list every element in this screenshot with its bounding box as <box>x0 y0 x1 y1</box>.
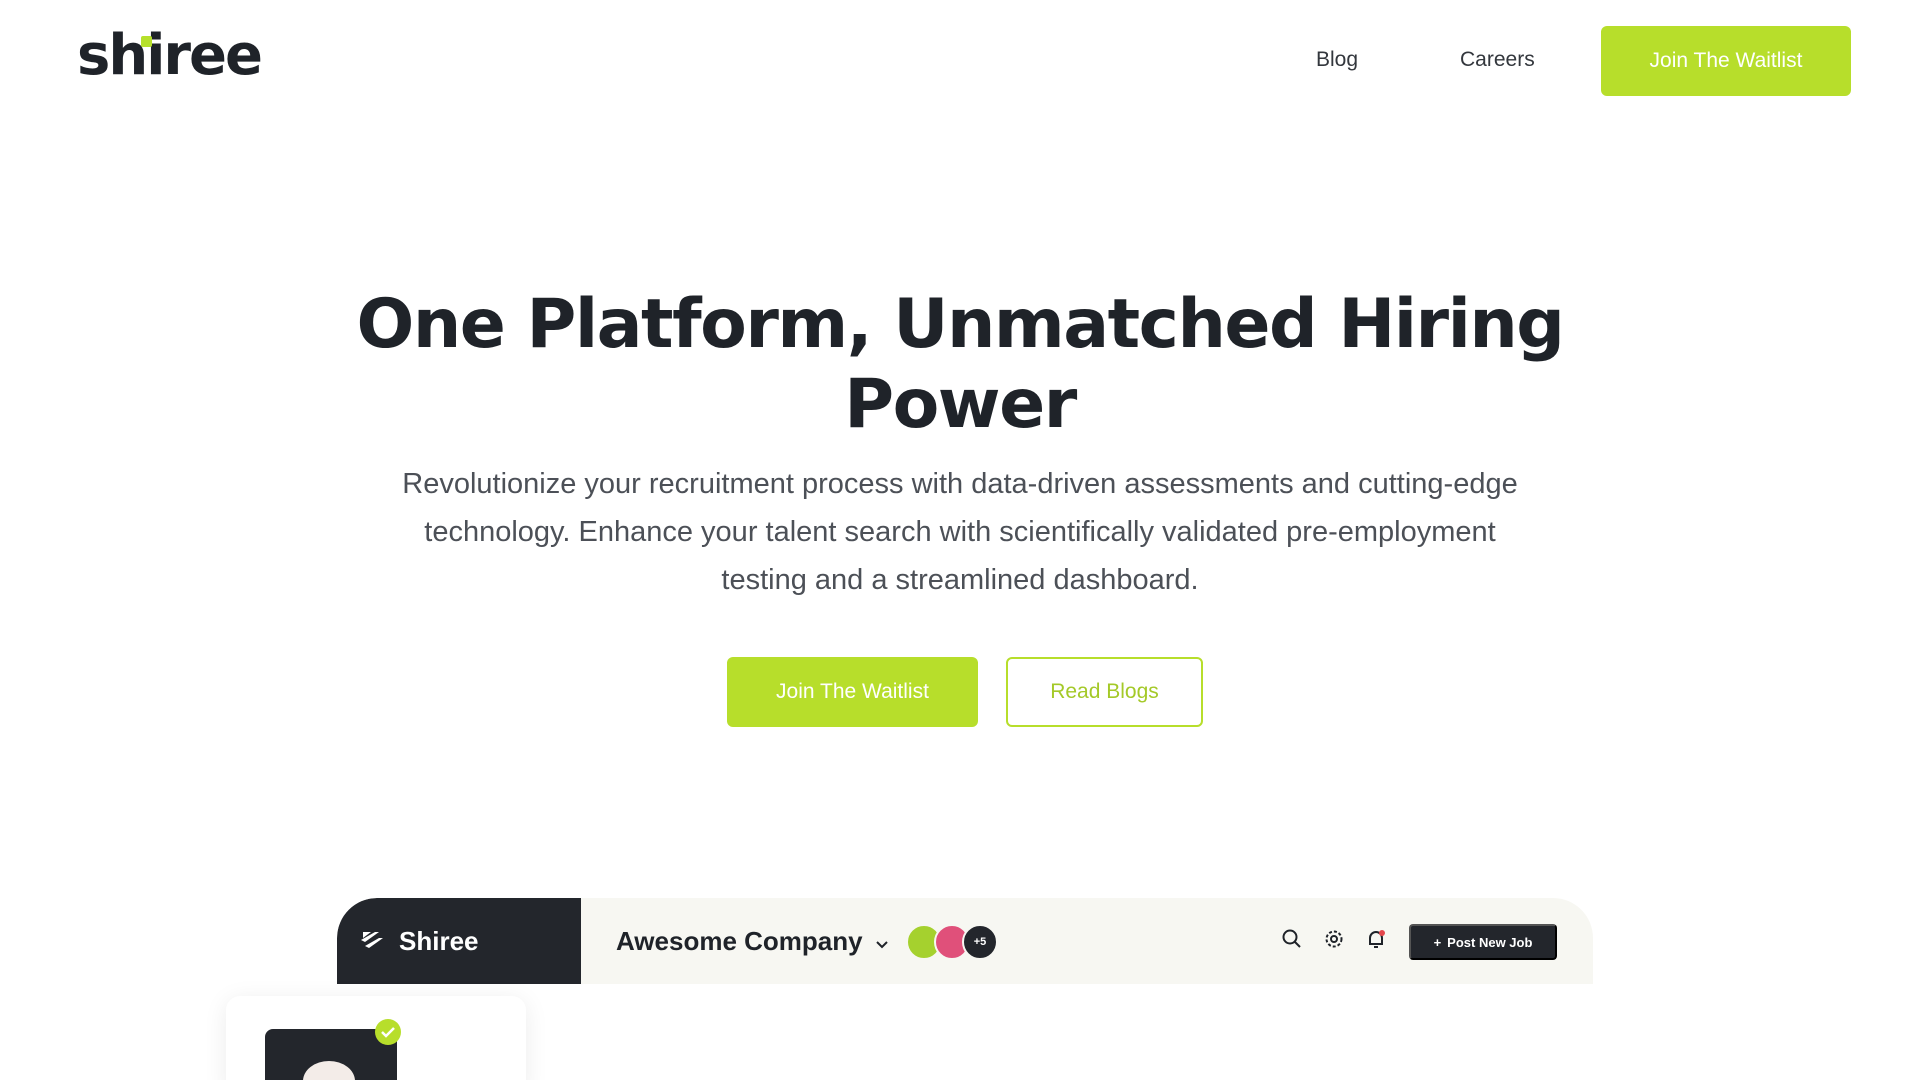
post-new-job-label: Post New Job <box>1447 934 1533 950</box>
post-new-job-button[interactable]: + Post New Job <box>1409 924 1557 960</box>
hero-title: One Platform, Unmatched Hiring Power <box>356 285 1565 444</box>
company-name: Awesome Company <box>616 926 863 956</box>
candidate-avatar-shape <box>303 1061 355 1080</box>
topbar-icons <box>1281 928 1387 950</box>
shiree-logo-icon <box>359 928 385 955</box>
company-selector[interactable]: Awesome Company <box>616 926 889 957</box>
nav-link-blog[interactable]: Blog <box>1316 48 1358 72</box>
hero-join-waitlist-button[interactable]: Join The Waitlist <box>727 657 978 727</box>
logo-text: shiree <box>77 23 263 88</box>
chevron-down-icon <box>875 926 889 957</box>
verified-badge-icon <box>374 1018 402 1046</box>
avatar-more-count: +5 <box>962 924 998 960</box>
team-avatars[interactable]: +5 <box>906 924 998 960</box>
logo[interactable]: shiree <box>77 28 263 84</box>
hero-actions: Join The Waitlist Read Blogs <box>727 657 1203 727</box>
header-join-waitlist-button[interactable]: Join The Waitlist <box>1601 26 1851 96</box>
nav-link-careers[interactable]: Careers <box>1460 48 1535 72</box>
gear-icon[interactable] <box>1323 928 1345 950</box>
plus-icon: + <box>1433 934 1442 950</box>
candidate-card[interactable] <box>226 996 526 1080</box>
read-blogs-button[interactable]: Read Blogs <box>1006 657 1203 727</box>
logo-accent-dot <box>141 36 152 47</box>
bell-icon[interactable] <box>1365 928 1387 950</box>
dashboard-brand: Shiree <box>399 925 479 956</box>
dashboard-topbar: Awesome Company +5 + Post New Job <box>581 898 1593 984</box>
hero-subtitle: Revolutionize your recruitment process w… <box>402 468 1518 596</box>
dashboard-sidebar-header: Shiree <box>337 898 581 984</box>
dashboard-preview: Shiree Awesome Company +5 + Post New Job <box>337 898 1593 984</box>
search-icon[interactable] <box>1281 928 1303 950</box>
